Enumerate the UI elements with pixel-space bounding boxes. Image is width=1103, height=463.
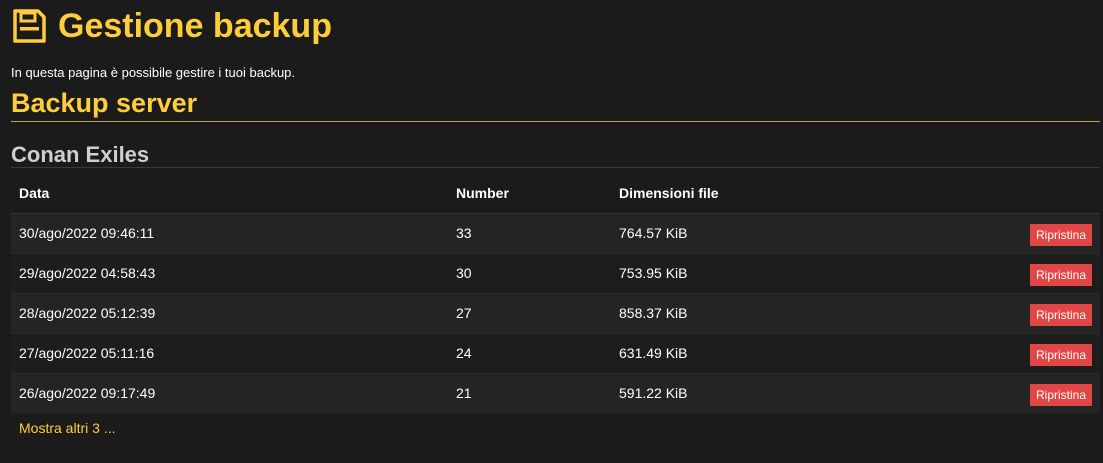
cell-date: 27/ago/2022 05:11:16 <box>19 345 155 361</box>
table-row: 26/ago/2022 09:17:49 21 591.22 KiB Ripri… <box>11 373 1100 413</box>
cell-number: 27 <box>456 305 472 321</box>
cell-date: 30/ago/2022 09:46:11 <box>19 225 155 241</box>
cell-size: 631.49 KiB <box>619 345 688 361</box>
column-header-action <box>911 173 1100 214</box>
cell-date: 29/ago/2022 04:58:43 <box>19 265 156 281</box>
cell-number: 33 <box>456 225 472 241</box>
page-intro: In questa pagina è possibile gestire i t… <box>11 65 296 80</box>
page-title-text: Gestione backup <box>58 6 332 45</box>
cell-number: 21 <box>456 385 472 402</box>
show-more-link[interactable]: Mostra altri 3 ... <box>19 420 1100 436</box>
cell-number: 30 <box>456 265 472 281</box>
table-row: 27/ago/2022 05:11:16 24 631.49 KiB Ripri… <box>11 333 1100 373</box>
server-title: Conan Exiles <box>11 143 1100 168</box>
cell-date: 26/ago/2022 09:17:49 <box>19 385 156 402</box>
backup-table: Data Number Dimensioni file 30/ago/2022 … <box>11 173 1100 413</box>
floppy-disk-icon <box>11 8 47 44</box>
section-title: Backup server <box>11 88 1100 122</box>
restore-button[interactable]: Ripristina <box>1029 264 1092 286</box>
cell-date: 28/ago/2022 05:12:39 <box>19 305 156 321</box>
restore-button[interactable]: Ripristina <box>1029 384 1092 407</box>
page: Gestione backup In questa pagina è possi… <box>0 1 1103 463</box>
cell-number: 24 <box>456 345 472 361</box>
restore-button[interactable]: Ripristina <box>1029 304 1092 326</box>
column-header-size: Dimensioni file <box>611 173 911 214</box>
cell-size: 753.95 KiB <box>619 265 688 281</box>
column-header-number: Number <box>448 173 611 214</box>
column-header-date: Data <box>11 173 448 214</box>
table-row: 28/ago/2022 05:12:39 27 858.37 KiB Ripri… <box>11 293 1100 333</box>
restore-button[interactable]: Ripristina <box>1029 224 1092 246</box>
page-title: Gestione backup <box>11 1 1100 51</box>
table-row: 29/ago/2022 04:58:43 30 753.95 KiB Ripri… <box>11 253 1100 293</box>
cell-size: 764.57 KiB <box>619 225 688 241</box>
cell-size: 591.22 KiB <box>619 385 688 402</box>
table-header-row: Data Number Dimensioni file <box>11 173 1100 214</box>
cell-size: 858.37 KiB <box>619 305 688 321</box>
restore-button[interactable]: Ripristina <box>1029 344 1092 366</box>
table-row: 30/ago/2022 09:46:11 33 764.57 KiB Ripri… <box>11 213 1100 253</box>
